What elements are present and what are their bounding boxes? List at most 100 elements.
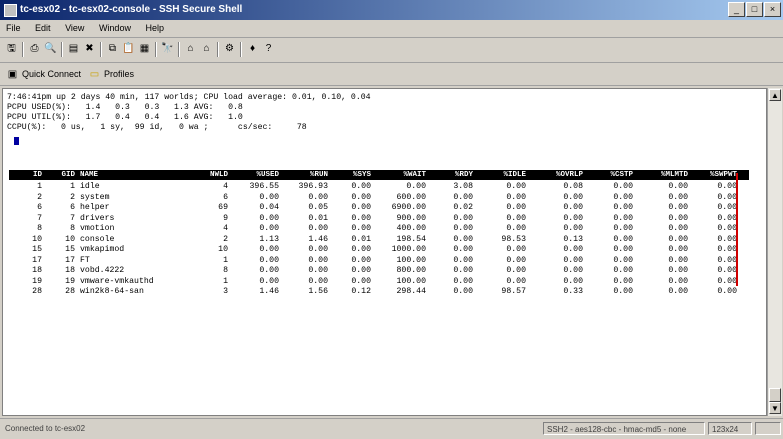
table-cell: 0.00 [563, 276, 583, 286]
title-bar: tc-esx02 - tc-esx02-console - SSH Secure… [0, 0, 783, 20]
menu-bar: File Edit View Window Help [0, 20, 783, 38]
table-cell: 0.00 [259, 224, 279, 233]
scroll-down-icon[interactable]: ▼ [769, 402, 781, 414]
table-row: 10 10 console 2 1.13 1.46 0.01 198.54 0.00 98.53 0… [9, 235, 749, 246]
table-cell: 0.00 [308, 245, 328, 254]
menu-view[interactable]: View [59, 20, 90, 33]
table-cell: 0.00 [717, 234, 737, 244]
table-cell: vmotion [80, 224, 115, 233]
table-cell: 1 [223, 276, 228, 286]
find-icon[interactable]: 🔭 [160, 42, 175, 56]
table-cell: 15 [32, 245, 42, 254]
table-cell: 900.00 [396, 213, 426, 223]
menu-edit[interactable]: Edit [29, 20, 57, 33]
table-cell: 0.00 [259, 255, 279, 265]
table-cell: 0.12 [351, 287, 371, 296]
table-cell: 1.46 [308, 234, 328, 244]
table-cell: 0.01 [308, 213, 328, 223]
scroll-thumb[interactable] [769, 388, 781, 402]
table-cell: 0.00 [453, 266, 473, 275]
minimize-button[interactable]: _ [728, 2, 745, 17]
quick-connect-button[interactable]: ▣ Quick Connect [6, 66, 81, 82]
terminal-area[interactable]: 7:46:41pm up 2 days 40 min, 117 worlds; … [2, 88, 767, 416]
table-cell: 0.08 [563, 182, 583, 191]
table-cell: 6 [223, 192, 228, 202]
table-cell: 6 [37, 203, 42, 212]
table-cell: 3 [223, 287, 228, 296]
select-icon[interactable]: ▦ [137, 42, 152, 56]
menu-window[interactable]: Window [93, 20, 137, 33]
profile2-icon[interactable]: ⌂ [199, 42, 214, 56]
table-cell: 0.13 [563, 234, 583, 244]
vertical-scrollbar[interactable]: ▲ ▼ [767, 88, 782, 416]
table-cell: 18 [32, 266, 42, 275]
table-cell: 0.00 [668, 255, 688, 265]
table-row: 1 1 idle 4 396.55 396.93 0.00 0.00 3.08 0.00 0.08 0… [9, 182, 749, 193]
status-size: 123x24 [708, 422, 752, 435]
table-cell: 0.00 [613, 224, 633, 233]
help-icon[interactable]: ? [261, 42, 276, 56]
window-controls: _ □ × [727, 2, 781, 17]
table-cell: 0.00 [453, 287, 473, 296]
table-cell: 0.00 [351, 203, 371, 212]
print-icon[interactable]: ⎙ [27, 42, 42, 56]
table-cell: 0.00 [563, 213, 583, 223]
scroll-up-icon[interactable]: ▲ [769, 89, 781, 101]
table-cell: 0.00 [717, 276, 737, 286]
table-cell: 0.00 [613, 192, 633, 202]
paste-icon[interactable]: 📋 [121, 42, 136, 56]
settings-icon[interactable]: ⚙ [222, 42, 237, 56]
table-cell: 0.00 [351, 192, 371, 202]
close-button[interactable]: × [764, 2, 781, 17]
table-cell: 0.00 [259, 192, 279, 202]
menu-help[interactable]: Help [139, 20, 170, 33]
toolbar-separator [100, 42, 102, 57]
table-cell: 100.00 [396, 255, 426, 265]
menu-file[interactable]: File [0, 20, 27, 33]
table-cell: 6 [70, 203, 75, 212]
window-title: tc-esx02 - tc-esx02-console - SSH Secure… [20, 4, 243, 15]
table-cell: 19 [32, 276, 42, 286]
table-cell: 0.00 [668, 234, 688, 244]
save-icon[interactable]: 🖫 [4, 42, 19, 56]
table-cell: 1000.00 [391, 245, 426, 254]
table-cell: 4 [223, 182, 228, 191]
table-cell: 0.00 [613, 203, 633, 212]
profiles-button[interactable]: ▭ Profiles [88, 66, 134, 82]
table-cell: 0.00 [717, 255, 737, 265]
table-cell: 0.00 [453, 245, 473, 254]
table-cell: 0.00 [613, 213, 633, 223]
table-cell: 6900.00 [391, 203, 426, 212]
table-cell: 0.00 [668, 245, 688, 254]
table-cell: 1 [37, 182, 42, 191]
table-cell: 0.00 [717, 287, 737, 296]
table-cell: 0.00 [308, 255, 328, 265]
copy-icon[interactable]: ⧉ [105, 42, 120, 56]
toolbar-separator [178, 42, 180, 57]
table-cell: 1 [223, 255, 228, 265]
table-cell: 15 [65, 245, 75, 254]
print-preview-icon[interactable]: 🔍 [43, 42, 58, 56]
key-icon[interactable]: ♦ [245, 42, 260, 56]
new-terminal-icon[interactable]: ▤ [66, 42, 81, 56]
column-header: ID [32, 171, 42, 179]
table-cell: 0.00 [717, 203, 737, 212]
table-cell: 0.00 [563, 255, 583, 265]
table-cell: 0.00 [506, 224, 526, 233]
table-cell: 4 [223, 224, 228, 233]
column-header: %RDY [454, 171, 473, 179]
profile-icon[interactable]: ⌂ [183, 42, 198, 56]
table-cell: 7 [37, 213, 42, 223]
disconnect-icon[interactable]: ✖ [82, 42, 97, 56]
table-cell: 0.00 [717, 182, 737, 191]
table-cell: 1.46 [259, 287, 279, 296]
table-row: 2 2 system 6 0.00 0.00 0.00 600.00 0.00 0.00 0.00 0… [9, 193, 749, 204]
table-cell: 0.00 [563, 224, 583, 233]
table-cell: vmkapimod [80, 245, 125, 254]
table-cell: 10 [218, 245, 228, 254]
table-cell: 0.00 [668, 192, 688, 202]
maximize-button[interactable]: □ [746, 2, 763, 17]
table-cell: 8 [37, 224, 42, 233]
table-row: 17 17 FT 1 0.00 0.00 0.00 100.00 0.00 0.00 0.00 0.0… [9, 256, 749, 267]
column-header: %CSTP [610, 171, 633, 179]
